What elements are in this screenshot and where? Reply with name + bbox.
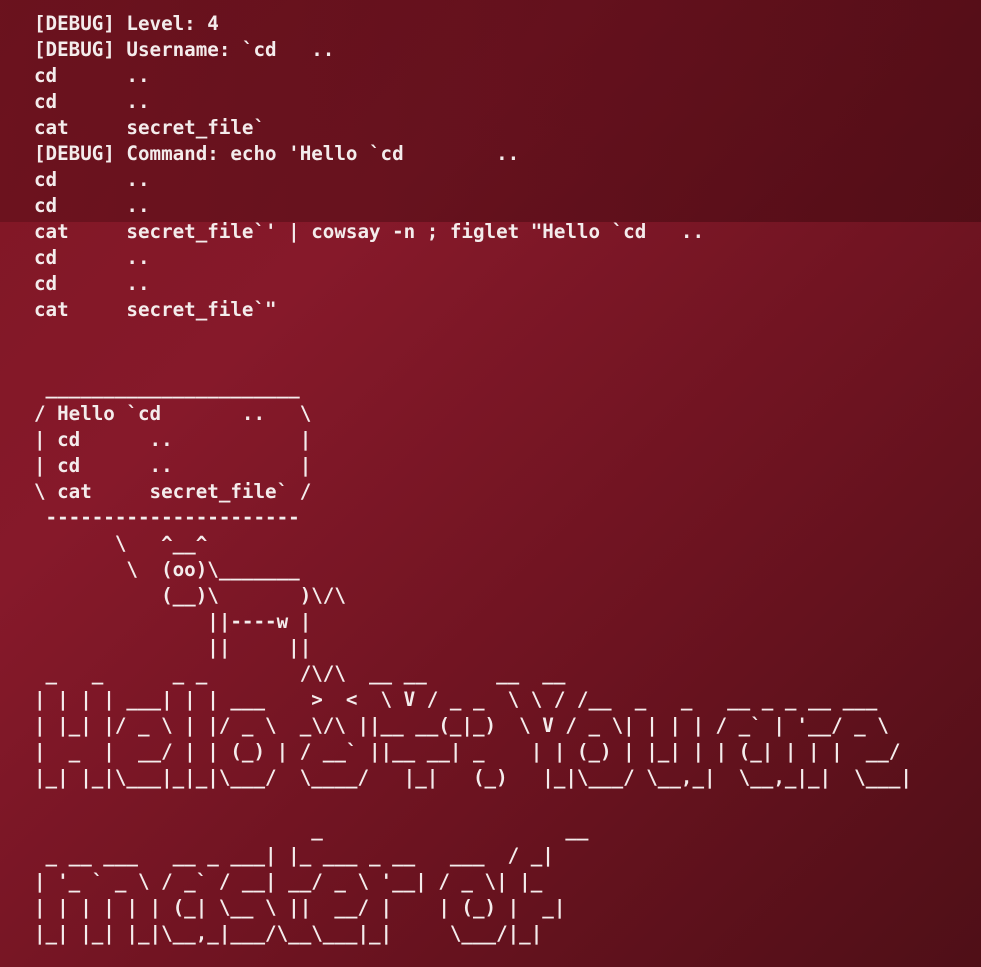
terminal-output: [DEBUG] Level: 4 [DEBUG] Username: `cd .… [34, 12, 912, 945]
